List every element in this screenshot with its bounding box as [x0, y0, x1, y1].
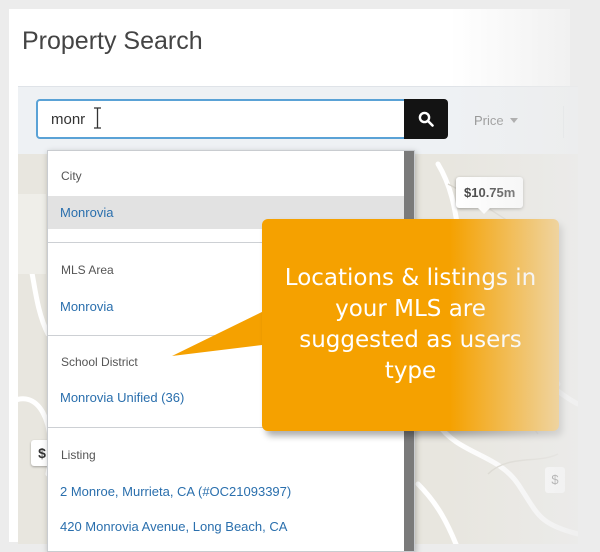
suggestion-item-label: 420 Monrovia Avenue, Long Beach, CA [60, 519, 288, 534]
suggestion-group-header: MLS Area [61, 263, 114, 277]
map-price-marker-right[interactable]: $ [545, 467, 565, 493]
price-filter-label: Price [474, 113, 504, 128]
suggestion-group-header: Listing [61, 448, 96, 462]
search-button[interactable] [404, 99, 448, 139]
suggestion-item[interactable]: 2 Monroe, Murrieta, CA (#OC21093397) [48, 475, 404, 508]
annotation-callout: Locations & listings in your MLS are sug… [262, 219, 559, 431]
filter-divider [563, 106, 564, 138]
chevron-down-icon [509, 118, 518, 123]
map-price-marker[interactable]: $10.75m [456, 177, 524, 214]
suggestion-group-header: City [61, 169, 82, 183]
suggestion-item-label: Monrovia Unified (36) [60, 390, 185, 405]
suggestion-group-header: School District [61, 355, 138, 369]
search-icon [418, 111, 434, 127]
callout-text: Locations & listings in your MLS are sug… [284, 265, 537, 384]
suggestion-item-label: 2 Monroe, Murrieta, CA (#OC21093397) [60, 484, 292, 499]
search-input[interactable]: monr [36, 99, 408, 139]
text-cursor-icon [94, 107, 101, 129]
search-input-value: monr [51, 111, 86, 128]
page-title: Property Search [22, 27, 203, 55]
search-bar: monr [36, 99, 448, 139]
suggestion-item-label: Monrovia [60, 299, 114, 314]
price-filter-button[interactable]: Price [474, 113, 518, 128]
suggestion-item[interactable]: 420 Monrovia Avenue, Long Beach, CA [48, 510, 404, 543]
callout-pointer [172, 308, 270, 356]
suggestion-item-label: Monrovia [60, 205, 114, 220]
